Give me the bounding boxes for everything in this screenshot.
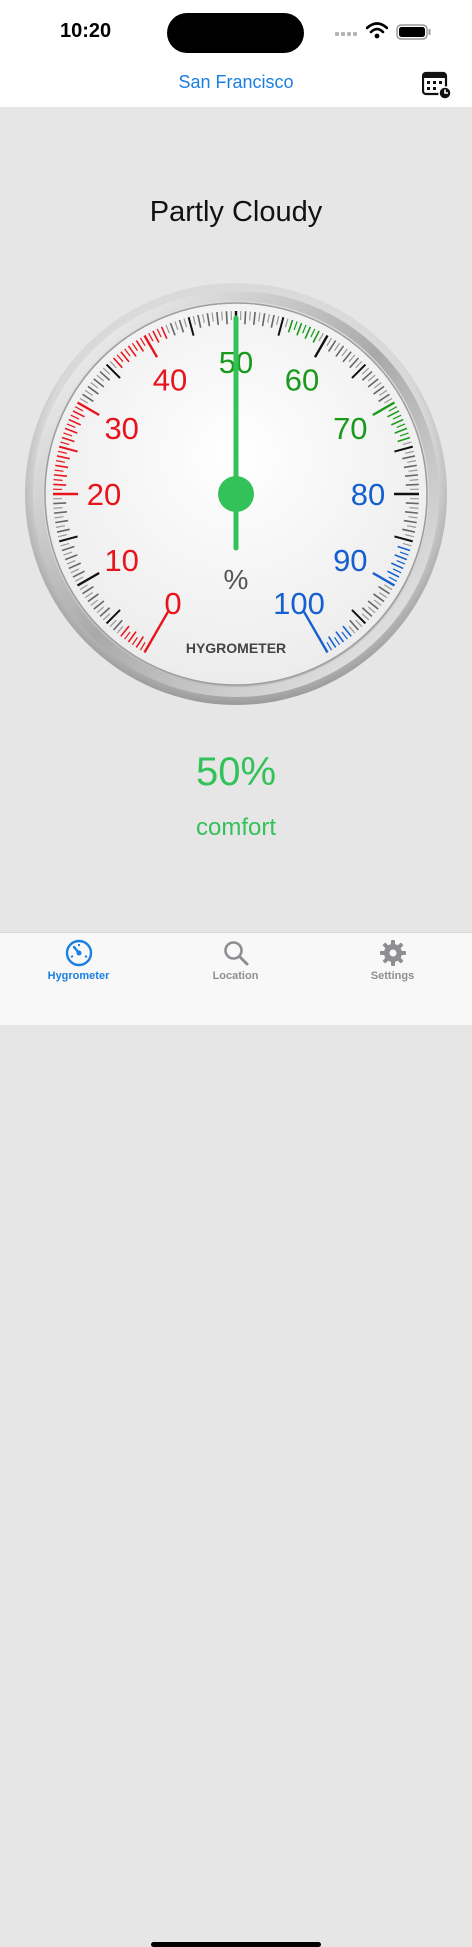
gauge-label-70: 70 [333,411,367,446]
calendar-clock-icon[interactable] [422,70,454,100]
gear-icon [379,939,407,967]
gauge-label-100: 100 [273,586,325,621]
gauge-tick [53,503,66,504]
battery-icon [396,24,432,40]
gauge-label-60: 60 [285,363,319,398]
gauge-tick [53,484,66,485]
home-indicator [151,1942,321,1947]
tab-label-settings: Settings [314,970,471,982]
navigation-bar: San Francisco [0,62,472,107]
gauge-tick [54,480,63,481]
gauge-label-0: 0 [164,586,181,621]
gauge-tick [245,311,246,324]
gauge-icon [65,939,93,967]
gauge-label-40: 40 [153,363,187,398]
location-title[interactable]: San Francisco [0,72,472,93]
gauge-label-90: 90 [333,543,367,578]
humidity-value: 50% [0,750,472,795]
gauge-tick [250,312,251,321]
needle-hub [218,476,254,512]
gauge-tick [54,508,63,509]
tab-location[interactable]: Location [157,933,314,993]
tab-bar: Hygrometer Location Settings [0,932,472,1025]
tab-settings[interactable]: Settings [314,933,471,993]
signal-icon [335,30,359,38]
gauge-label-30: 30 [104,411,138,446]
unit-label: % [224,564,249,595]
status-bar: 10:20 [0,0,472,62]
gauge-label-80: 80 [351,477,385,512]
gauge-tick [406,503,419,504]
wifi-icon [366,22,388,39]
weather-condition: Partly Cloudy [0,196,472,229]
gauge-tick [409,480,418,481]
comfort-status: comfort [0,814,472,842]
tab-label-location: Location [157,970,314,982]
gauge-label-10: 10 [104,543,138,578]
gauge-tick [222,312,223,321]
search-icon [222,939,250,967]
gauge-tick [409,508,418,509]
tab-hygrometer[interactable]: Hygrometer [0,933,157,993]
gauge-title: HYGROMETER [186,640,286,656]
gauge-tick [406,484,419,485]
status-time: 10:20 [60,20,111,43]
tab-label-hygrometer: Hygrometer [0,970,157,982]
gauge-label-20: 20 [87,477,121,512]
hygrometer-gauge: 0102030405060708090100 % HYGROMETER [24,282,448,706]
gauge-tick [226,311,227,324]
dynamic-island [167,13,304,53]
